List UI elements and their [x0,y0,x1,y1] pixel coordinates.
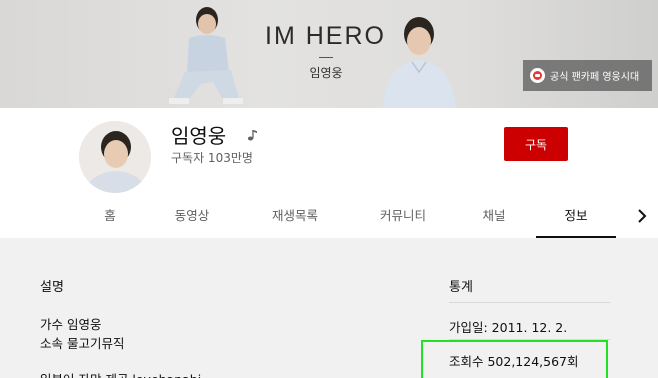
description-line: 일본어 자막 제공 lovehanabi [40,369,201,378]
banner-subtitle: 임영웅 [309,66,343,80]
tab-about[interactable]: 정보 [536,200,616,238]
channel-avatar[interactable] [79,121,151,193]
banner-photo-sitting [169,7,243,104]
stats-divider [449,302,610,303]
fancafe-link-label: 공식 팬카페 영웅시대 [550,72,640,83]
tab-channels[interactable]: 채널 [463,200,525,238]
subscribe-button[interactable]: 구독 [504,127,568,161]
joined-date: 가입일: 2011. 12. 2. [449,320,568,335]
channel-name: 임영웅 [171,124,227,148]
youtube-channel-page: IM HERO 임영웅 공식 팬카페 영웅시대 임영웅 구독자 103만명 구독… [0,0,658,378]
tab-playlists[interactable]: 재생목록 [255,200,335,238]
tab-home[interactable]: 홈 [75,200,145,238]
music-note-icon [247,130,257,141]
tab-videos[interactable]: 동영상 [157,200,227,238]
tab-community[interactable]: 커뮤니티 [363,200,443,238]
subscriber-count: 구독자 103만명 [171,151,253,165]
chevron-right-icon[interactable] [634,208,650,224]
fancafe-link[interactable]: 공식 팬카페 영웅시대 [523,60,652,91]
stats-heading: 통계 [449,280,473,295]
description-line: 소속 물고기뮤직 [40,336,125,351]
banner-divider [319,57,333,58]
channel-header: 임영웅 구독자 103만명 구독 홈 동영상 재생목록 커뮤니티 채널 정보 [0,108,658,238]
description-heading: 설명 [40,280,64,295]
channel-banner: IM HERO 임영웅 공식 팬카페 영웅시대 [0,0,658,108]
channel-tabs: 홈 동영상 재생목록 커뮤니티 채널 정보 [75,200,647,238]
description-line: 가수 임영웅 [40,317,102,332]
cafe-icon [530,68,545,83]
banner-photo-standing [382,17,456,108]
view-count-highlight-box [421,340,608,378]
